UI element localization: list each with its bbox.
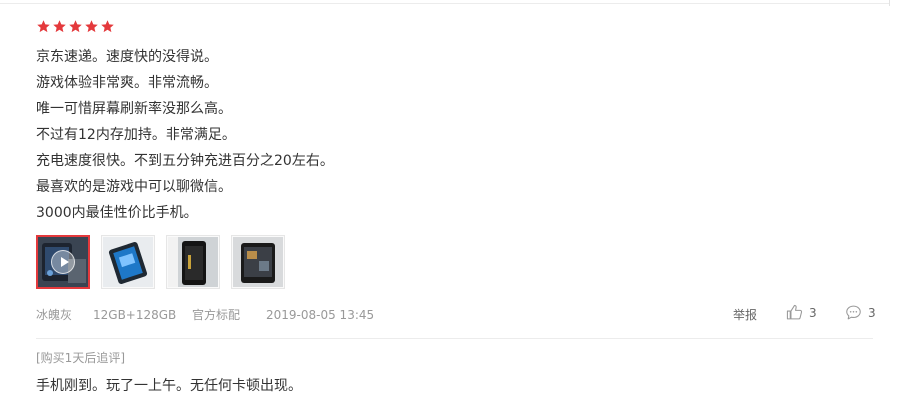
phone-photo (233, 237, 283, 287)
review-line: 不过有12内存加持。非常满足。 (36, 127, 236, 143)
star-icon (69, 20, 82, 33)
video-thumbnail[interactable] (36, 235, 90, 289)
top-divider (0, 3, 889, 4)
photo-thumbnail[interactable] (101, 235, 155, 289)
like-button[interactable]: 3 (786, 304, 817, 321)
comment-bubble-icon (846, 305, 861, 320)
media-thumbnails (36, 235, 285, 289)
review-line: 充电速度很快。不到五分钟充进百分之20左右。 (36, 153, 334, 169)
review-body: 京东速递。速度快的没得说。 游戏体验非常爽。非常流畅。 唯一可惜屏幕刷新率没那么… (36, 44, 334, 226)
followup-label: [购买1天后追评] (36, 351, 125, 365)
product-color: 冰魄灰 (36, 308, 73, 322)
review-line: 最喜欢的是游戏中可以聊微信。 (36, 179, 232, 195)
review-date: 2019-08-05 13:45 (266, 308, 375, 322)
thumbs-up-icon (786, 304, 803, 320)
comment-count: 3 (868, 305, 876, 320)
photo-thumbnail[interactable] (166, 235, 220, 289)
review-line: 京东速递。速度快的没得说。 (36, 49, 218, 65)
review-line: 唯一可惜屏幕刷新率没那么高。 (36, 101, 232, 117)
star-icon (101, 20, 114, 33)
followup-divider (36, 338, 873, 339)
phone-photo (103, 237, 153, 287)
like-count: 3 (809, 305, 817, 320)
product-spec: 12GB+128GB (93, 308, 177, 322)
followup-text: 手机刚到。玩了一上午。无任何卡顿出现。 (36, 378, 302, 394)
photo-thumbnail[interactable] (231, 235, 285, 289)
play-icon[interactable] (51, 250, 75, 274)
right-divider (889, 0, 890, 6)
review-line: 3000内最佳性价比手机。 (36, 205, 198, 221)
star-icon (85, 20, 98, 33)
star-icon (53, 20, 66, 33)
star-rating (36, 19, 115, 34)
star-icon (37, 20, 50, 33)
review-line: 游戏体验非常爽。非常流畅。 (36, 75, 218, 91)
product-package: 官方标配 (192, 308, 241, 322)
report-button[interactable]: 举报 (733, 306, 757, 324)
phone-photo (168, 237, 218, 287)
comment-button[interactable]: 3 (845, 304, 876, 321)
